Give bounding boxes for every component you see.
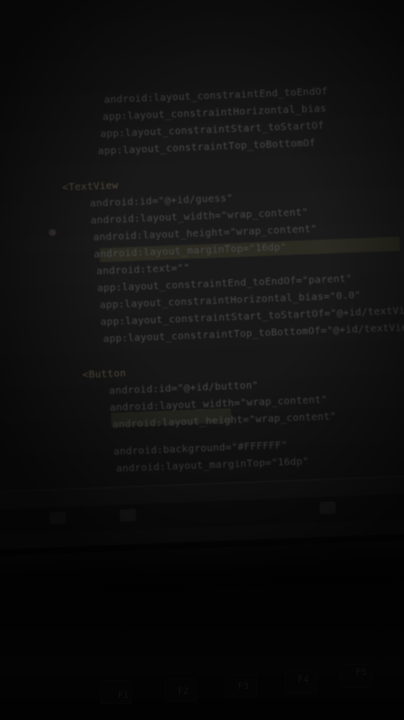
- code-line: <Button: [82, 368, 127, 381]
- photo-of-laptop-screen: android:layout_constraintEnd_toEndOf app…: [0, 0, 404, 720]
- key-label: F3: [238, 682, 249, 692]
- breakpoint-marker: [48, 228, 57, 237]
- code-line: android:id="@+id/guess": [89, 193, 234, 210]
- laptop-keyboard: F1 F2 F3 F4 F5: [0, 590, 404, 720]
- code-line: android:background="#FFFFFF": [113, 440, 288, 458]
- code-line: <TextView: [62, 180, 119, 194]
- code-line: android:id="@+id/button": [108, 380, 259, 397]
- code-line: android:layout_constraintEnd_toEndOf: [103, 86, 328, 106]
- key-label: F1: [118, 691, 129, 701]
- code-line: android:layout_marginTop="16dp": [115, 456, 310, 475]
- code-line: app:layout_constraintHorizontal_bias: [102, 103, 327, 123]
- laptop-bezel: [0, 539, 404, 597]
- code-line: android:layout_width="wrap_content": [90, 207, 309, 227]
- key-label: F4: [298, 675, 309, 685]
- code-line: app:layout_constraintStart_toStartOf: [100, 120, 325, 141]
- taskbar-app-icon: [119, 509, 137, 522]
- code-editor-screen: android:layout_constraintEnd_toEndOf app…: [0, 0, 404, 550]
- taskbar-app-icon: [49, 511, 67, 525]
- key-label: F2: [178, 687, 189, 697]
- key-label: F5: [356, 668, 367, 678]
- code-line: app:layout_constraintTop_toBottomOf: [97, 137, 316, 158]
- taskbar-app-icon: [319, 501, 336, 514]
- code-line: android:text="": [96, 262, 190, 278]
